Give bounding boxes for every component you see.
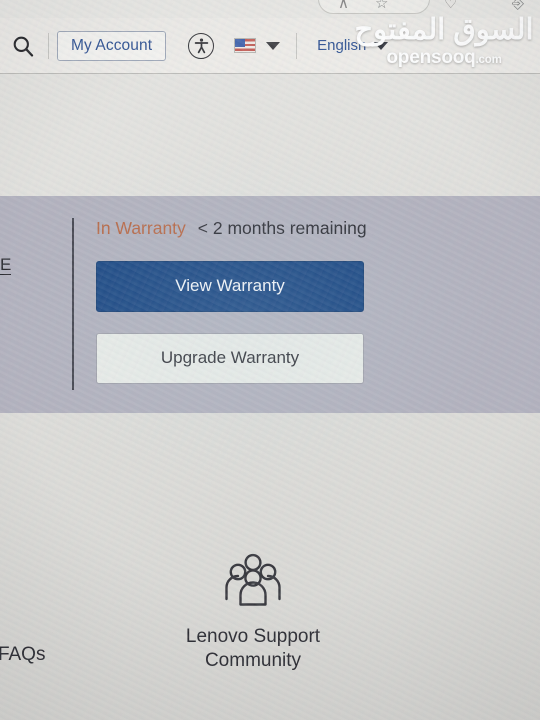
- header-divider-1: [48, 32, 49, 59]
- language-selector-label[interactable]: English: [317, 37, 366, 54]
- clipped-left-link-fragment[interactable]: E: [0, 256, 12, 275]
- support-tile-faqs-label: & FAQs: [0, 644, 46, 665]
- header-divider-2: [296, 32, 298, 59]
- browser-read-aloud-icon[interactable]: ∧: [338, 0, 349, 11]
- bookmark-star-icon[interactable]: ☆: [375, 0, 388, 11]
- site-header: My Account English: [0, 18, 540, 74]
- photographed-screen: ∧ ☆ ♡ ⎆ My Account English السوق المفتوح…: [0, 0, 540, 720]
- browser-toolbar-strip: ∧ ☆ ♡ ⎆: [0, 0, 540, 18]
- upgrade-warranty-button[interactable]: Upgrade Warranty: [96, 332, 364, 384]
- language-chevron-down-icon[interactable]: [374, 41, 389, 50]
- share-icon[interactable]: ♡: [444, 0, 457, 11]
- support-tile-community-label: Lenovo Support Community: [155, 625, 351, 674]
- support-tiles-row: & FAQs Lenovo Support: [0, 552, 540, 692]
- us-flag-icon[interactable]: [234, 38, 257, 53]
- people-group-icon: [155, 552, 351, 608]
- support-tile-community-label-line2: Community: [204, 650, 302, 672]
- collections-icon[interactable]: ⎆: [512, 0, 524, 11]
- warranty-remaining-text: < 2 months remaining: [197, 218, 367, 238]
- my-account-button[interactable]: My Account: [57, 30, 167, 61]
- warranty-panel-content: In Warranty < 2 months remaining View Wa…: [72, 218, 372, 390]
- warranty-status-badge: In Warranty: [96, 218, 186, 238]
- search-icon[interactable]: [6, 29, 40, 63]
- browser-address-actions-pill: [318, 0, 430, 14]
- warranty-panel: In Warranty < 2 months remaining View Wa…: [0, 196, 540, 413]
- accessibility-icon[interactable]: [188, 32, 215, 59]
- support-tile-community[interactable]: Lenovo Support Community: [155, 552, 351, 674]
- region-chevron-down-icon[interactable]: [266, 41, 281, 50]
- view-warranty-button[interactable]: View Warranty: [96, 260, 364, 312]
- warranty-status-row: In Warranty < 2 months remaining: [96, 218, 372, 238]
- support-tile-community-label-line1: Lenovo Support: [185, 626, 321, 647]
